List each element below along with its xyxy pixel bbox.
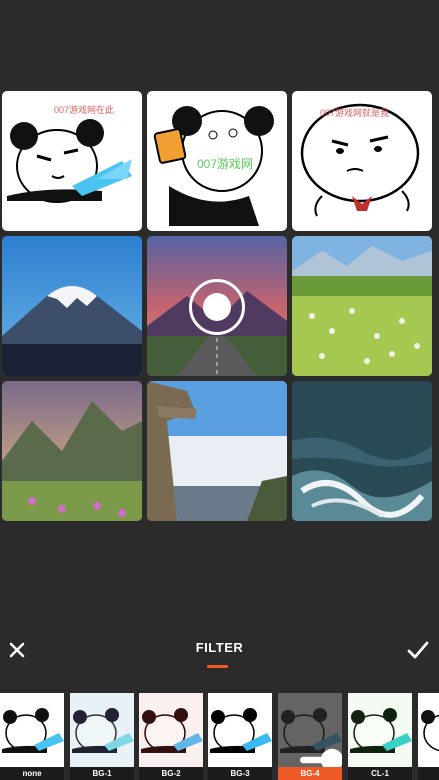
filter-item-cl-1[interactable]: CL-1 — [348, 693, 412, 780]
grid-item-road-selected[interactable] — [147, 236, 287, 376]
grid-item-meme-3[interactable]: 007游戏网就是我 — [292, 91, 432, 231]
grid-item-waves[interactable] — [292, 381, 432, 521]
check-icon — [407, 641, 429, 659]
grid-item-mountain[interactable] — [2, 236, 142, 376]
filter-preview — [418, 693, 439, 767]
selected-dot-icon — [203, 293, 231, 321]
meme-caption: 007游戏网就是我 — [320, 108, 390, 118]
photo-grid: 007游戏网在此 007游戏网 007游戏网就是我 — [2, 91, 434, 523]
meme-caption: 007游戏网在此 — [54, 105, 115, 115]
filter-label: BG-2 — [139, 767, 203, 780]
filter-item-none[interactable]: none — [0, 693, 64, 780]
grid-item-sunset[interactable] — [2, 381, 142, 521]
waves-photo — [292, 381, 432, 521]
filter-label: BG-1 — [70, 767, 134, 780]
filter-item-partial[interactable] — [418, 693, 439, 780]
filter-panel: FILTER none BG-1 BG-2 BG-3 BG-4 CL-1 — [0, 630, 439, 780]
grid-item-meme-1[interactable]: 007游戏网在此 — [2, 91, 142, 231]
filter-preview — [70, 693, 134, 767]
filter-strip[interactable]: none BG-1 BG-2 BG-3 BG-4 CL-1 — [0, 693, 439, 780]
sunset-photo — [2, 381, 142, 521]
meme-caption: 007游戏网 — [197, 157, 254, 171]
filter-preview — [208, 693, 272, 767]
filter-item-bg-4-selected[interactable]: BG-4 — [278, 693, 342, 780]
filter-label: BG-4 — [278, 767, 342, 780]
filter-item-bg-3[interactable]: BG-3 — [208, 693, 272, 780]
filter-label: CL-1 — [348, 767, 412, 780]
filter-preview — [139, 693, 203, 767]
panel-title: FILTER — [195, 640, 244, 655]
filter-label: BG-3 — [208, 767, 272, 780]
filter-preview — [348, 693, 412, 767]
filter-preview — [0, 693, 64, 767]
grid-item-meme-2[interactable]: 007游戏网 — [147, 91, 287, 231]
cliff-photo — [147, 381, 287, 521]
filter-item-bg-1[interactable]: BG-1 — [70, 693, 134, 780]
filter-preview — [278, 693, 342, 767]
grid-item-meadow[interactable] — [292, 236, 432, 376]
meadow-photo — [292, 236, 432, 376]
title-underline — [207, 665, 228, 668]
adjust-slider-icon[interactable] — [300, 723, 342, 767]
filter-label-empty — [418, 767, 439, 780]
grid-item-cliff[interactable] — [147, 381, 287, 521]
apply-button[interactable] — [406, 638, 430, 662]
filter-label: none — [0, 767, 64, 780]
filter-item-bg-2[interactable]: BG-2 — [139, 693, 203, 780]
mountain-photo — [2, 236, 142, 376]
